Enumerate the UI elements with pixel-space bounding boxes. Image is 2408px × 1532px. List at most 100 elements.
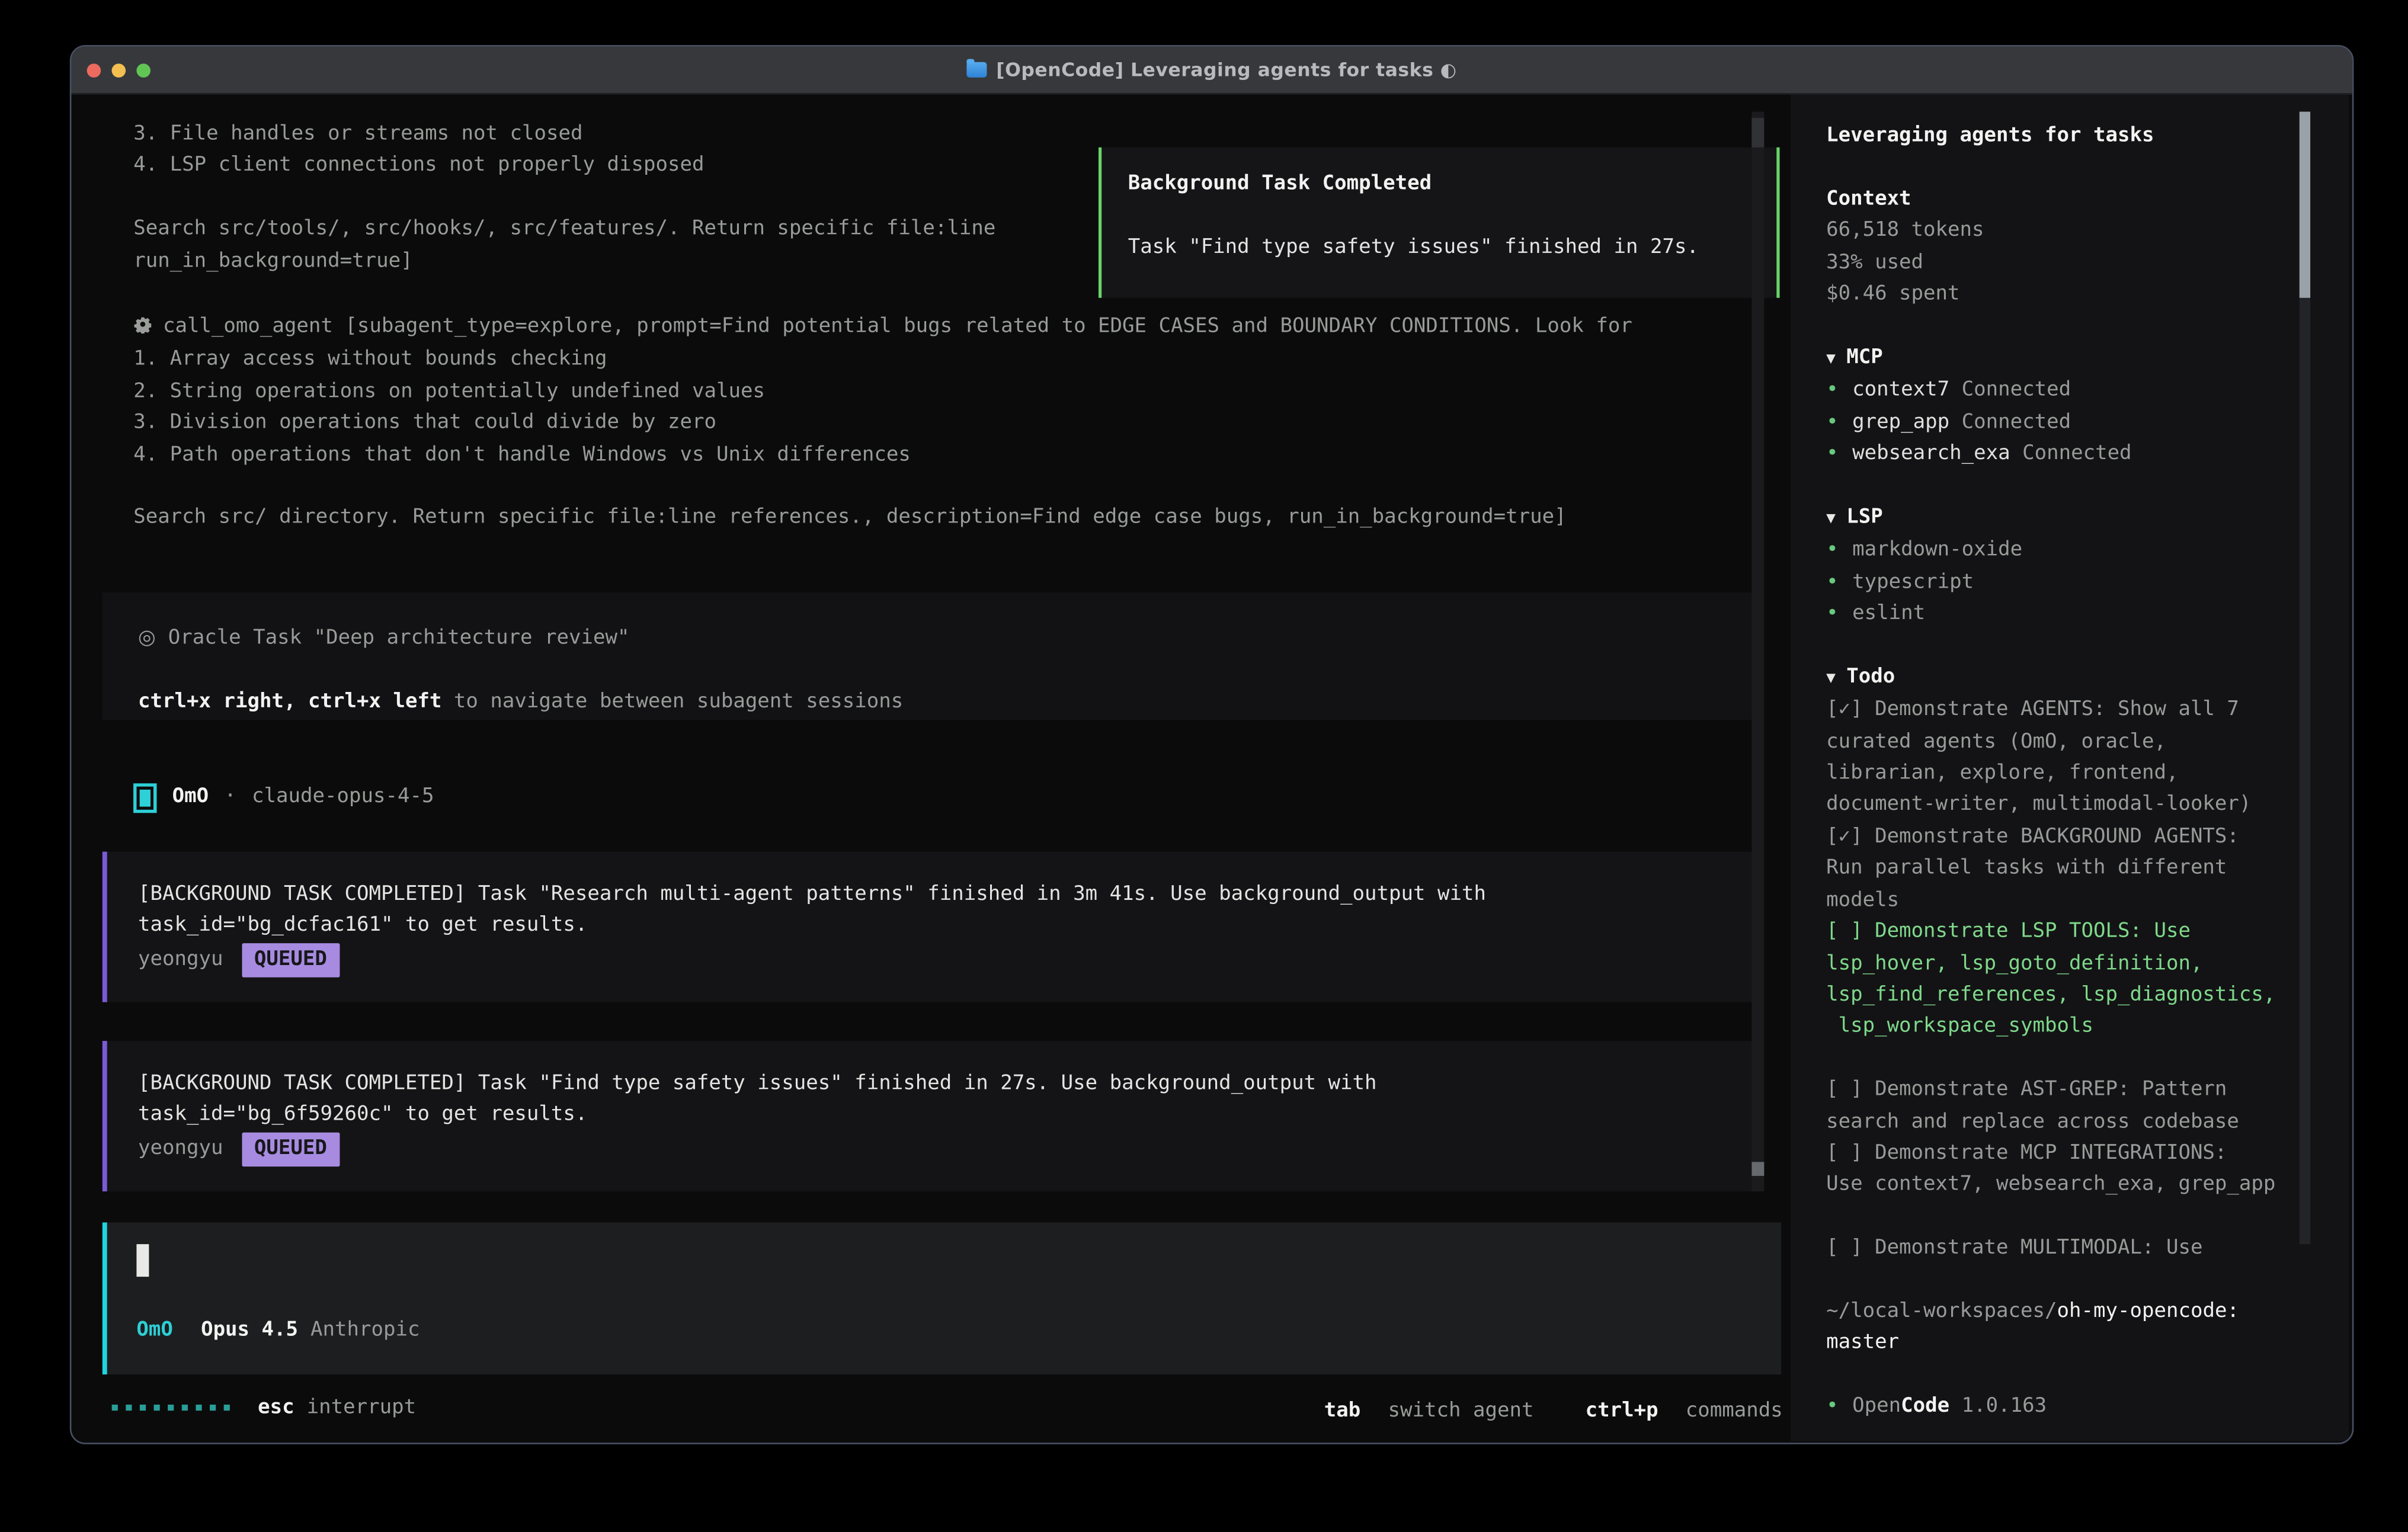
separator-dot: · (224, 782, 236, 813)
output-line: 4. LSP client connections not properly d… (133, 151, 995, 182)
tab-key-label: switch agent (1388, 1399, 1534, 1422)
cmd-key-label: commands (1686, 1399, 1783, 1422)
context-heading: Context (1826, 184, 2349, 216)
status-badge: QUEUED (242, 1132, 340, 1167)
toast-body: Task "Find type safety issues" finished … (1128, 232, 1777, 264)
agent-name: OmO (172, 782, 209, 813)
background-task-message[interactable]: [BACKGROUND TASK COMPLETED] Task "Find t… (103, 1041, 1755, 1191)
status-badge: QUEUED (242, 943, 340, 978)
tool-call-line: 3. Division operations that could divide… (133, 408, 1632, 440)
prompt-input[interactable]: OmO Opus 4.5 Anthropic (103, 1222, 1781, 1374)
output-line (133, 183, 995, 214)
lsp-section-header[interactable]: LSP (1826, 502, 2349, 536)
message-line: task_id="bg_dcfac161" to get results. (138, 911, 1755, 943)
esc-key-hint: esc (258, 1393, 294, 1425)
status-dot-icon (1826, 1395, 1838, 1418)
workspace-path: ~/local-workspaces/oh-my-opencode: (1826, 1297, 2349, 1328)
context-spent: $0.46 spent (1826, 279, 2349, 310)
output-line: Search src/tools/, src/hooks/, src/featu… (133, 214, 995, 246)
agent-model: claude-opus-4-5 (252, 782, 434, 813)
tool-call-line: 2. String operations on potentially unde… (133, 377, 1632, 408)
oracle-icon (138, 627, 156, 650)
status-bar: ▪▪▪▪▪▪▪▪▪ esc interrupt tab switch agent… (71, 1393, 1790, 1424)
esc-key-label: interrupt (307, 1393, 416, 1425)
status-dot-icon (1826, 539, 1838, 562)
gear-icon (133, 313, 152, 345)
status-dot-icon (1826, 442, 1838, 465)
progress-dots-icon: ▪▪▪▪▪▪▪▪▪ (110, 1393, 236, 1425)
status-right: tab switch agent ctrl+p commands (1324, 1393, 1783, 1428)
tool-call-block: call_omo_agent [subagent_type=explore, p… (133, 312, 1632, 535)
lsp-item: markdown-oxide (1826, 536, 2349, 567)
window-titlebar[interactable]: [OpenCode] Leveraging agents for tasks ◐ (71, 47, 2352, 95)
author-name: yeongyu (138, 1137, 223, 1160)
tool-call-line: 4. Path operations that don't handle Win… (133, 440, 1632, 472)
workspace-branch: master (1826, 1328, 2349, 1360)
tool-call-line: Search src/ directory. Return specific f… (133, 504, 1632, 535)
status-dot-icon (1826, 411, 1838, 434)
collapse-arrow-icon (1826, 350, 1836, 367)
session-sidebar: Leveraging agents for tasks Context 66,5… (1791, 95, 2349, 1441)
version-row: OpenCode 1.0.163 (1826, 1392, 2349, 1423)
message-line: [BACKGROUND TASK COMPLETED] Task "Resear… (138, 880, 1755, 911)
mcp-item: grep_app Connected (1826, 408, 2349, 439)
todo-item: [✓] Demonstrate AGENTS: Show all 7 curat… (1826, 696, 2349, 822)
opencode-window: [OpenCode] Leveraging agents for tasks ◐… (70, 45, 2354, 1444)
status-dot-icon (1826, 379, 1838, 402)
todo-item: [ ] Demonstrate MCP INTEGRATIONS: Use co… (1826, 1139, 2349, 1202)
mcp-section-header[interactable]: MCP (1826, 342, 2349, 376)
tab-key-hint: tab (1324, 1399, 1360, 1422)
todo-item: [ ] Demonstrate AST-GREP: Pattern search… (1826, 1075, 2349, 1139)
tool-call-line (133, 472, 1632, 503)
collapse-arrow-icon (1826, 670, 1836, 687)
desktop: [OpenCode] Leveraging agents for tasks ◐… (0, 0, 2408, 1532)
status-dot-icon (1826, 571, 1838, 594)
output-line: run_in_background=true] (133, 246, 995, 277)
message-line: task_id="bg_6f59260c" to get results. (138, 1101, 1755, 1132)
lsp-item: typescript (1826, 567, 2349, 598)
status-dot-icon (1826, 602, 1838, 625)
oracle-task-panel[interactable]: Oracle Task "Deep architecture review" c… (103, 592, 1755, 720)
status-left: ▪▪▪▪▪▪▪▪▪ esc interrupt (110, 1393, 416, 1425)
oracle-task-title: Oracle Task "Deep architecture review" (138, 624, 1755, 655)
message-meta: yeongyu QUEUED (138, 1132, 1755, 1167)
agent-output-text: 3. File handles or streams not closed 4.… (133, 120, 995, 278)
window-title: [OpenCode] Leveraging agents for tasks ◐ (996, 59, 1457, 81)
active-model[interactable]: Opus 4.5 (201, 1316, 298, 1347)
lsp-item: eslint (1826, 599, 2349, 630)
todo-item: [ ] Demonstrate MULTIMODAL: Use (1826, 1233, 2349, 1265)
active-agent: OmO (136, 1316, 172, 1347)
text-cursor (136, 1244, 149, 1277)
mcp-item: context7 Connected (1826, 376, 2349, 407)
message-meta: yeongyu QUEUED (138, 943, 1755, 978)
chat-scrollbar-thumb[interactable] (1751, 1162, 1764, 1176)
agent-icon (133, 783, 156, 813)
todo-item: [ ] Demonstrate LSP TOOLS: Use lsp_hover… (1826, 917, 2349, 1044)
background-task-message[interactable]: [BACKGROUND TASK COMPLETED] Task "Resear… (103, 852, 1755, 1002)
chat-area: 3. File handles or streams not closed 4.… (71, 95, 1790, 1441)
message-line: [BACKGROUND TASK COMPLETED] Task "Find t… (138, 1069, 1755, 1100)
cmd-key-hint: ctrl+p (1586, 1399, 1658, 1422)
context-used: 33% used (1826, 248, 2349, 279)
toast-title: Background Task Completed (1128, 169, 1777, 200)
agent-header: OmO · claude-opus-4-5 (133, 782, 434, 813)
session-title: Leveraging agents for tasks (1826, 121, 2349, 152)
author-name: yeongyu (138, 947, 223, 970)
oracle-hint: ctrl+x right, ctrl+x left to navigate be… (138, 687, 1755, 719)
todo-section-header[interactable]: Todo (1826, 662, 2349, 696)
tool-call-line: 1. Array access without bounds checking (133, 345, 1632, 376)
background-task-toast[interactable]: Background Task Completed Task "Find typ… (1099, 148, 1780, 298)
output-line: 3. File handles or streams not closed (133, 120, 995, 151)
input-footer: OmO Opus 4.5 Anthropic (136, 1316, 420, 1347)
context-tokens: 66,518 tokens (1826, 216, 2349, 248)
window-title-group: [OpenCode] Leveraging agents for tasks ◐ (71, 59, 2352, 81)
todo-item: [✓] Demonstrate BACKGROUND AGENTS: Run p… (1826, 822, 2349, 917)
folder-icon (966, 62, 987, 78)
chat-scrollbar-segment[interactable] (1751, 118, 1764, 148)
mcp-item: websearch_exa Connected (1826, 439, 2349, 470)
collapse-arrow-icon (1826, 510, 1836, 527)
tool-call-line: call_omo_agent [subagent_type=explore, p… (133, 312, 1632, 345)
chat-scrollbar[interactable] (1751, 112, 1764, 1192)
sidebar-scrollbar-thumb[interactable] (2300, 112, 2310, 298)
model-provider: Anthropic (310, 1316, 420, 1347)
